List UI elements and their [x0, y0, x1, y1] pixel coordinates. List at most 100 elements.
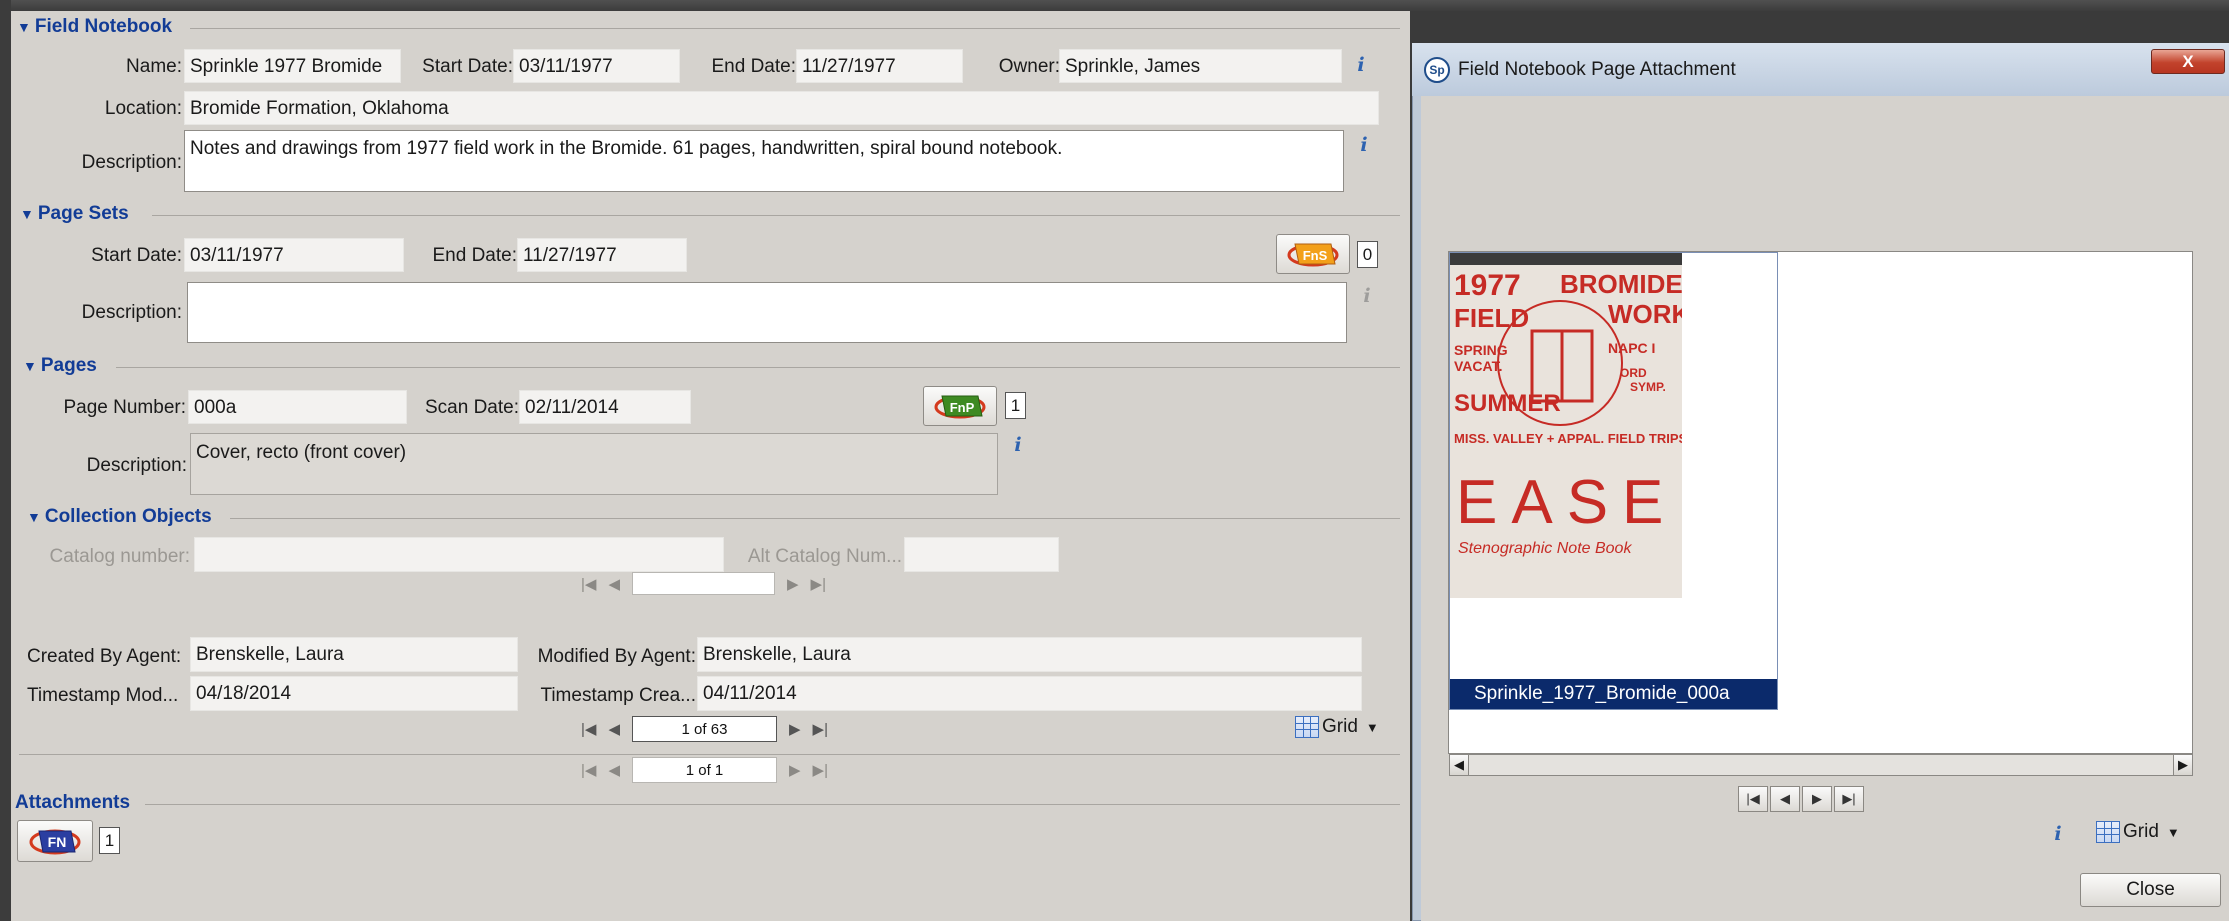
section-header-pages[interactable]: ▼ Pages [23, 355, 97, 377]
description-label: Description: [86, 455, 187, 476]
scan-date-field[interactable]: 02/11/2014 [519, 390, 691, 424]
first-record-icon[interactable]: |◀ [1738, 786, 1768, 812]
start-date-field[interactable]: 03/11/1977 [513, 49, 680, 83]
name-label: Name: [126, 56, 182, 77]
previous-record-icon[interactable]: ◀ [608, 575, 620, 593]
info-icon[interactable]: i [1349, 53, 1373, 77]
pages-form-button[interactable]: FnP [923, 386, 997, 426]
collapse-triangle-icon: ▼ [23, 358, 37, 374]
record-position-field[interactable]: 1 of 63 [631, 716, 777, 742]
info-icon[interactable]: i [1355, 284, 1379, 308]
start-date-label: Start Date: [422, 56, 513, 77]
description-field[interactable]: Notes and drawings from 1977 field work … [184, 130, 1344, 192]
dropdown-arrow-icon: ▼ [1365, 719, 1379, 735]
notebook-cover-image: 1977 BROMIDE FIELD WORK SPRING VACAT. NA… [1450, 253, 1682, 598]
location-field[interactable]: Bromide Formation, Oklahoma [184, 91, 1379, 125]
section-header-collection-objects[interactable]: ▼ Collection Objects [27, 506, 212, 528]
location-label: Location: [104, 98, 182, 119]
page-number-field[interactable]: 000a [188, 390, 407, 424]
svg-text:FnP: FnP [950, 400, 975, 415]
section-title: Attachments [15, 792, 131, 813]
owner-field[interactable]: Sprinkle, James [1059, 49, 1342, 83]
last-record-icon[interactable]: ▶| [811, 575, 826, 593]
last-record-icon[interactable]: ▶| [813, 720, 828, 738]
section-divider [116, 367, 1400, 368]
svg-text:BROMIDE: BROMIDE [1560, 269, 1682, 299]
collection-objects-pager: |◀ ◀ ▶ ▶| [581, 572, 826, 595]
fns-icon: FnS [1287, 243, 1339, 267]
page-sets-form-button[interactable]: FnS [1276, 234, 1350, 274]
svg-text:1977: 1977 [1454, 269, 1521, 302]
info-icon[interactable]: i [1006, 433, 1030, 457]
first-record-icon[interactable]: |◀ [581, 575, 596, 593]
section-title: Collection Objects [44, 506, 212, 527]
dialog-title-bar[interactable]: Sp Field Notebook Page Attachment [1412, 43, 2229, 96]
svg-text:VACAT.: VACAT. [1454, 358, 1502, 374]
section-title: Page Sets [37, 203, 129, 224]
thumbnail-caption[interactable]: Sprinkle_1977_Bromide_000a [1450, 679, 1777, 709]
previous-record-icon[interactable]: ◀ [608, 720, 620, 738]
description-field[interactable]: Cover, recto (front cover) [190, 433, 998, 495]
previous-record-icon[interactable]: ◀ [1770, 786, 1800, 812]
previous-record-icon[interactable]: ◀ [608, 761, 620, 779]
grid-view-dropdown[interactable]: Grid ▼ [1295, 716, 1379, 738]
scroll-right-icon[interactable]: ▶ [2173, 754, 2193, 776]
grid-label: Grid [2123, 821, 2159, 842]
first-record-icon[interactable]: |◀ [581, 761, 596, 779]
info-icon[interactable]: i [1352, 133, 1376, 157]
svg-text:EASEL: EASEL [1456, 468, 1682, 537]
horizontal-scrollbar[interactable] [1449, 754, 2193, 776]
next-record-icon[interactable]: ▶ [789, 761, 801, 779]
record-position-field[interactable]: 1 of 1 [631, 757, 777, 783]
section-divider [190, 28, 1400, 29]
timestamp-modified-field[interactable]: 04/18/2014 [190, 676, 518, 711]
next-record-icon[interactable]: ▶ [787, 575, 799, 593]
section-header-field-notebook[interactable]: ▼ Field Notebook [17, 16, 172, 38]
end-date-label: End Date: [711, 56, 797, 77]
section-divider [152, 215, 1400, 216]
modified-by-field[interactable]: Brenskelle, Laura [697, 637, 1362, 672]
outer-pager: |◀ ◀ 1 of 1 ▶ ▶| [581, 757, 828, 783]
grid-icon [2096, 821, 2120, 843]
timestamp-created-label: Timestamp Crea... [540, 685, 696, 706]
dialog-title: Field Notebook Page Attachment [1458, 58, 1736, 80]
description-field[interactable] [187, 282, 1347, 343]
start-date-field[interactable]: 03/11/1977 [184, 238, 404, 272]
info-icon[interactable]: i [2046, 822, 2070, 846]
end-date-field[interactable]: 11/27/1977 [796, 49, 963, 83]
last-record-icon[interactable]: ▶| [1834, 786, 1864, 812]
scroll-left-icon[interactable]: ◀ [1449, 754, 1469, 776]
svg-text:FN: FN [48, 834, 67, 850]
attachments-button[interactable]: FN [17, 820, 93, 862]
next-record-icon[interactable]: ▶ [1802, 786, 1832, 812]
next-record-icon[interactable]: ▶ [789, 720, 801, 738]
scan-date-label: Scan Date: [425, 397, 519, 418]
name-field[interactable]: Sprinkle 1977 Bromide [184, 49, 401, 83]
collapse-triangle-icon: ▼ [27, 509, 41, 525]
created-by-field[interactable]: Brenskelle, Laura [190, 637, 518, 672]
owner-label: Owner: [998, 56, 1060, 77]
section-header-page-sets[interactable]: ▼ Page Sets [20, 203, 129, 225]
description-label: Description: [81, 302, 182, 323]
section-header-attachments: Attachments [15, 792, 130, 814]
close-icon[interactable]: X [2151, 49, 2225, 74]
fn-icon: FN [29, 829, 81, 855]
first-record-icon[interactable]: |◀ [581, 720, 596, 738]
svg-text:Stenographic Note Book: Stenographic Note Book [1458, 540, 1632, 557]
pages-pager: |◀ ◀ 1 of 63 ▶ ▶| [581, 716, 828, 742]
catalog-number-field[interactable] [194, 537, 724, 572]
last-record-icon[interactable]: ▶| [813, 761, 828, 779]
grid-label: Grid [1322, 716, 1358, 737]
app-logo-icon: Sp [1424, 56, 1450, 83]
section-title: Field Notebook [34, 16, 173, 37]
grid-view-dropdown[interactable]: Grid ▼ [2096, 821, 2180, 843]
record-position-field[interactable] [631, 572, 775, 595]
catalog-number-label: Catalog number: [49, 546, 190, 567]
window-frame-left [0, 0, 11, 921]
svg-text:ORD: ORD [1620, 366, 1647, 380]
end-date-field[interactable]: 11/27/1977 [517, 238, 687, 272]
svg-text:WORK: WORK [1608, 299, 1682, 329]
alt-catalog-field[interactable] [904, 537, 1059, 572]
timestamp-created-field[interactable]: 04/11/2014 [697, 676, 1362, 711]
close-button[interactable]: Close [2080, 873, 2221, 907]
